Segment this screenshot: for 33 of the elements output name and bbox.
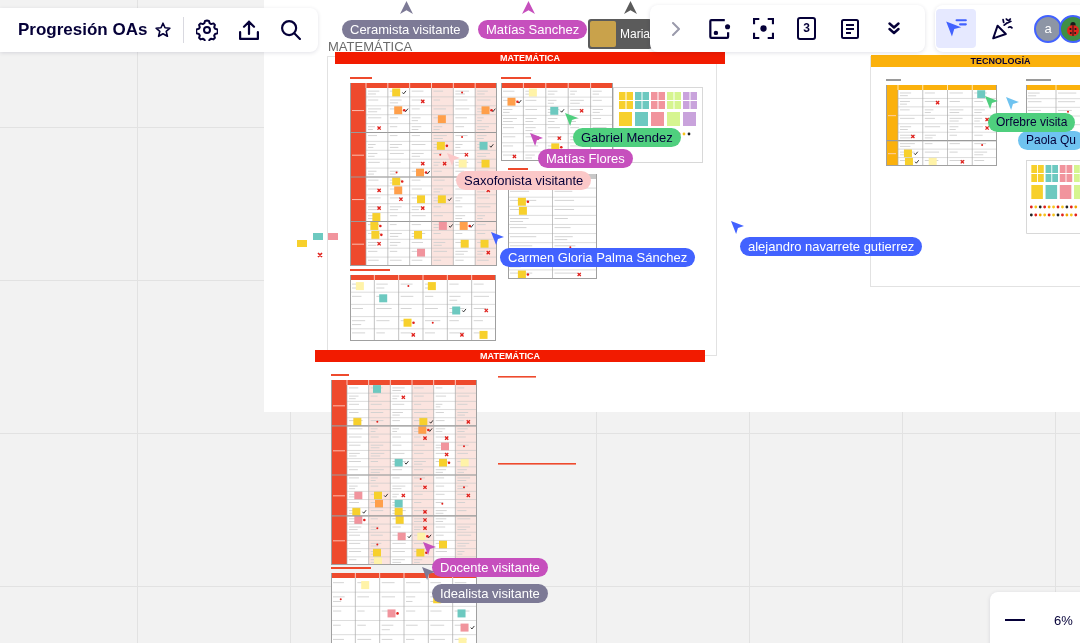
cursor-name-label: Idealista visitante — [432, 584, 548, 603]
cross-mark-icon[interactable] — [317, 252, 323, 258]
cursor-name: Maria — [620, 26, 650, 43]
minus-icon — [1005, 619, 1025, 621]
chevron-right-icon — [672, 21, 680, 36]
party-popper-icon — [991, 17, 1013, 40]
upload-icon — [239, 20, 260, 40]
frame-banner: MATEMÁTICA — [335, 52, 725, 64]
ladybug-avatar-icon[interactable] — [1059, 14, 1080, 43]
avatar-photo-placeholder — [590, 21, 616, 47]
cursor-name-label: Matías Sanchez — [478, 20, 588, 39]
cursor-name-label: Matías Flores — [538, 149, 633, 168]
double-chevron-down-icon — [887, 22, 900, 35]
frame-icon — [708, 18, 731, 39]
cursor-name-label: Saxofonista visitante — [456, 171, 592, 190]
gear-icon — [196, 19, 219, 41]
cursor-name-label: Carmen Gloria Palma Sánchez — [500, 248, 696, 267]
countdown-button[interactable]: 3 — [788, 10, 825, 47]
frame-banner: MATEMÁTICA — [315, 350, 705, 362]
zoom-level[interactable]: 6% — [1054, 612, 1073, 628]
document-icon — [841, 18, 859, 39]
cursor-name-label: Docente visitante — [432, 558, 548, 577]
cursor-name-label: Orfebre visita — [988, 113, 1076, 132]
cursor-name-label: Ceramista visitante — [342, 20, 469, 39]
focus-icon — [752, 18, 774, 39]
search-icon — [281, 20, 302, 40]
heading-line-drawing — [498, 376, 536, 378]
frame-banner: TECNOLOGÍA — [871, 55, 1080, 67]
cursor-name-label: alejandro navarrete gutierrez — [740, 237, 923, 256]
frame-title[interactable]: MATEMÁTICA — [328, 40, 413, 53]
cursor-name-label: Gabriel Mendez — [573, 128, 681, 147]
cursor-button[interactable] — [936, 9, 976, 48]
board-title[interactable]: Progresión OAs — [18, 20, 148, 40]
